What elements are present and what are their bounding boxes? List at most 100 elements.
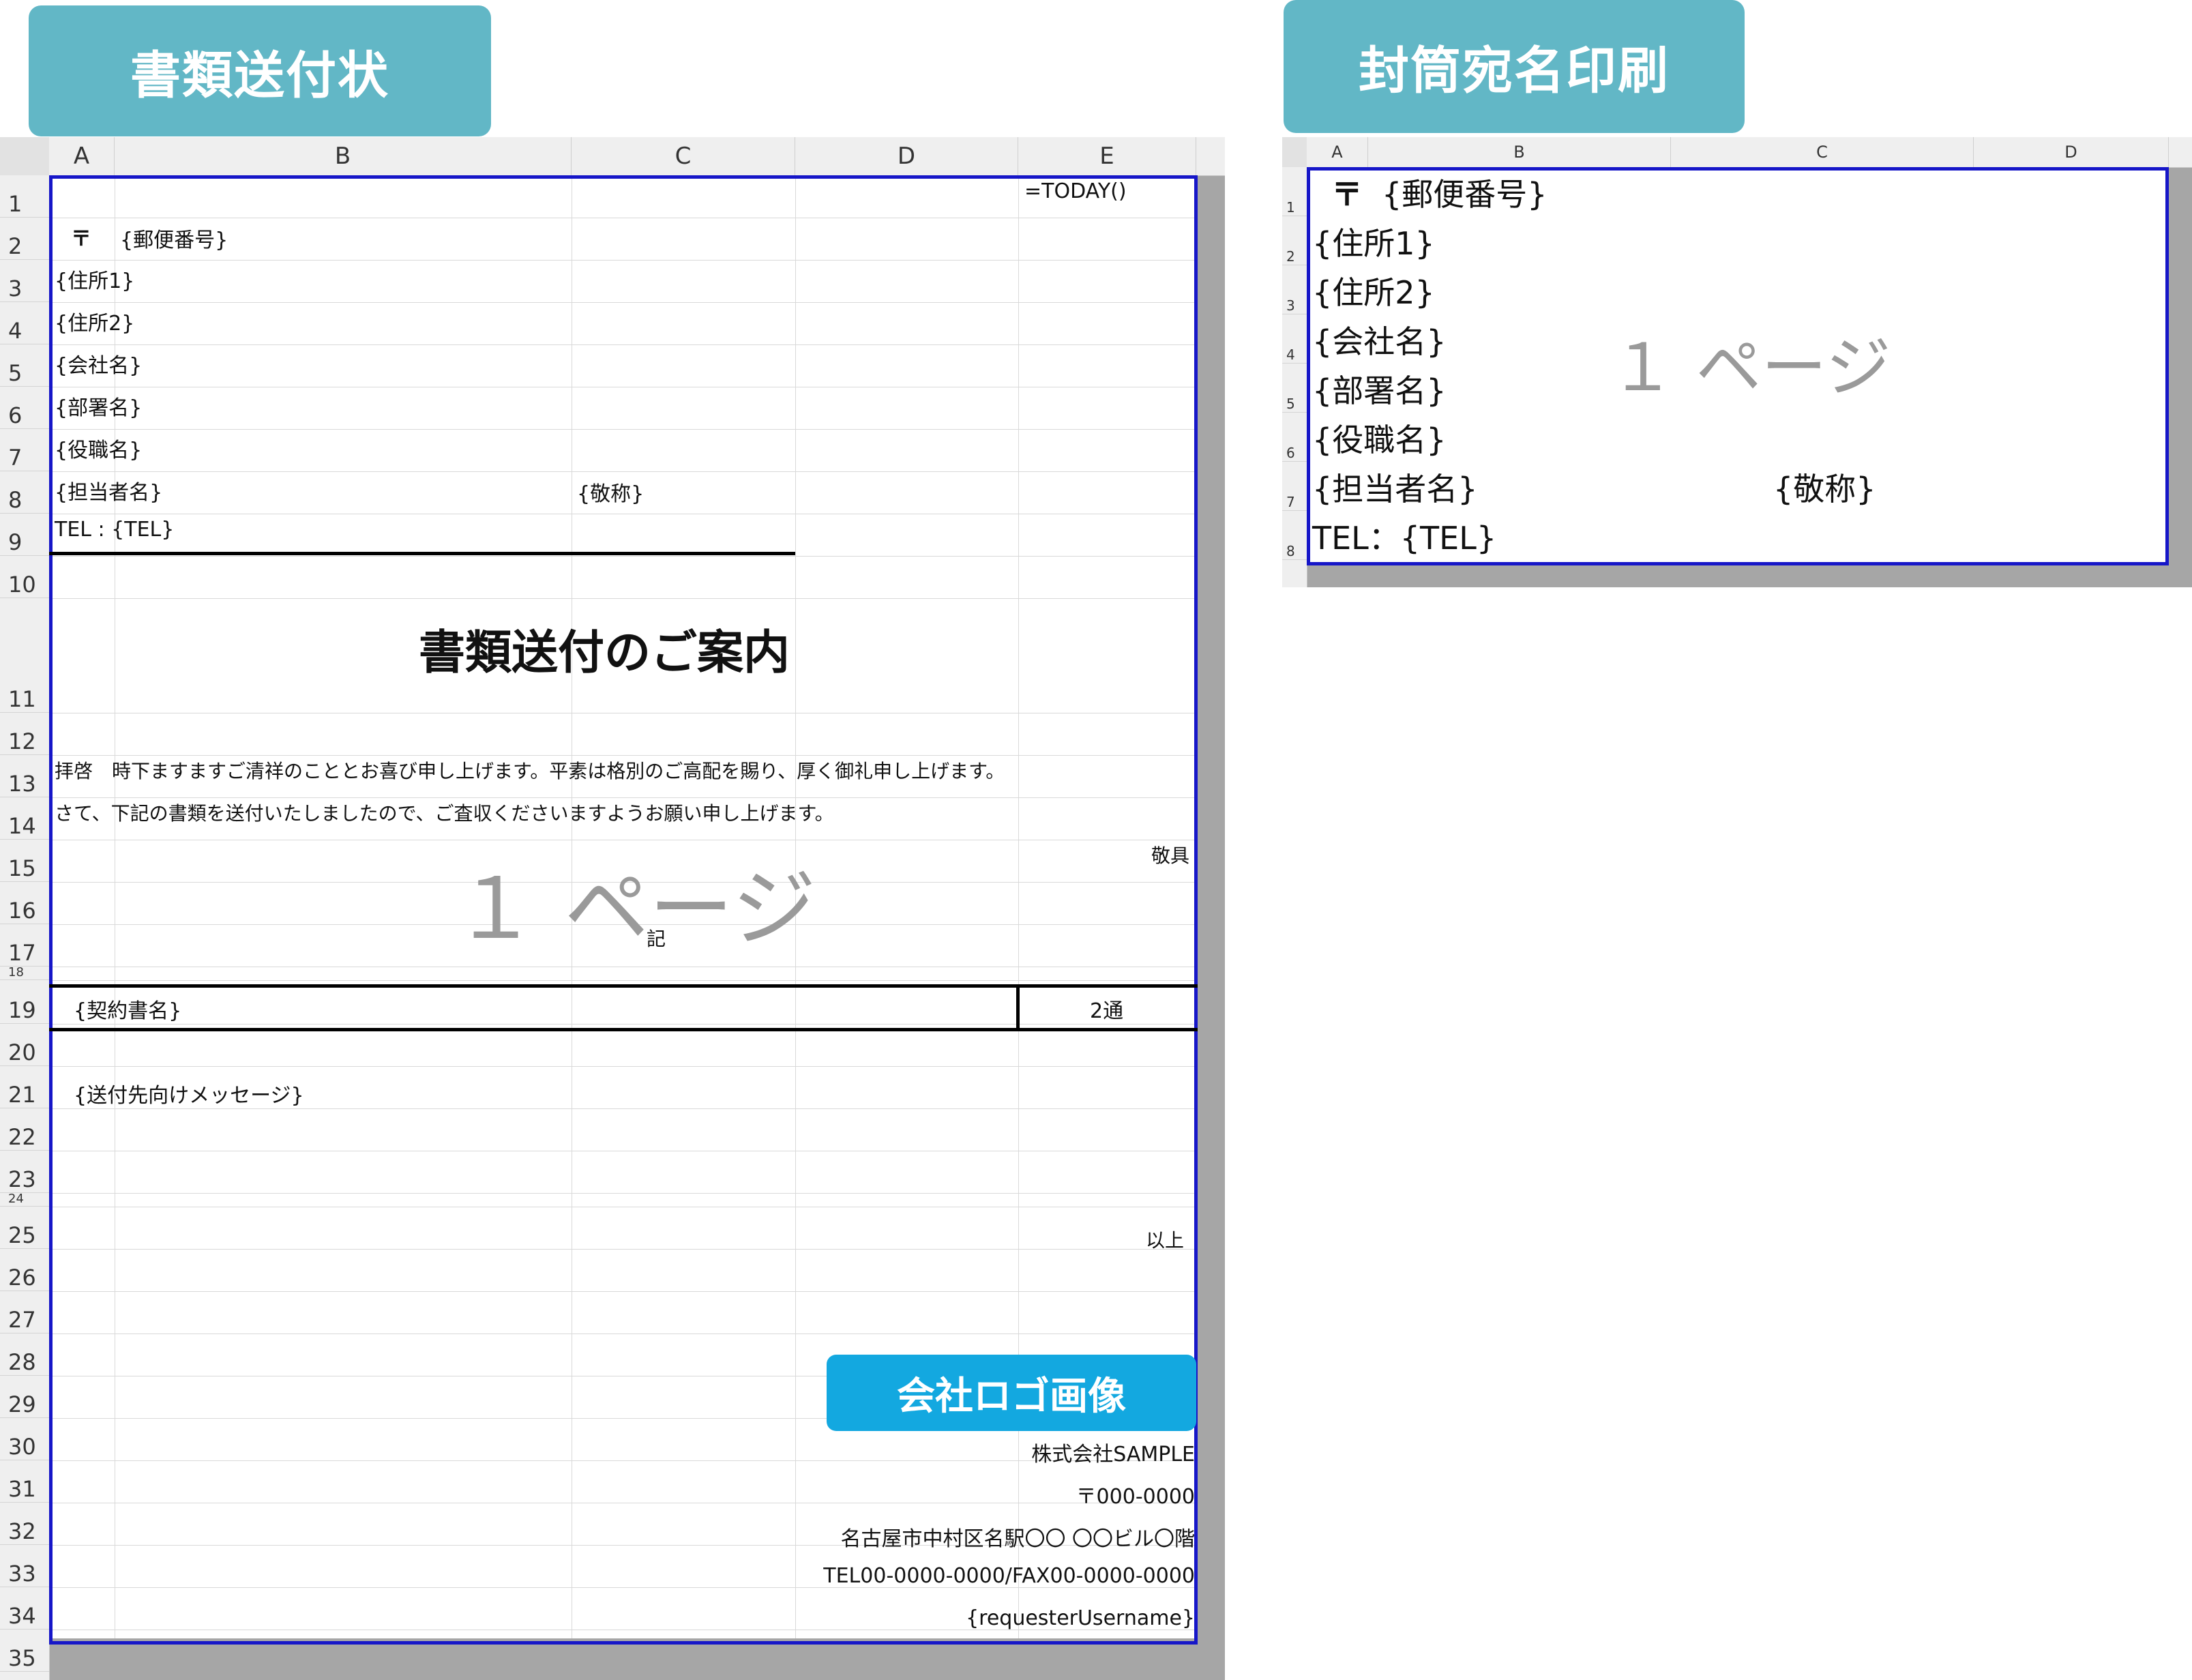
row-header[interactable]: 8 [0, 471, 49, 514]
contract-name-cell[interactable]: {契約書名} [74, 994, 181, 1024]
row-header[interactable]: 4 [0, 302, 49, 344]
row-header[interactable]: 31 [0, 1460, 49, 1503]
address1-cell[interactable]: {住所1} [55, 264, 134, 294]
closing-ijou[interactable]: 以上 [1146, 1226, 1184, 1253]
row-header-2[interactable]: 5 [1282, 364, 1307, 413]
column-header-e[interactable]: E [1018, 137, 1196, 175]
address-underline [49, 552, 795, 555]
envelope-position-cell[interactable]: {役職名} [1312, 415, 1447, 460]
row-header[interactable]: 29 [0, 1376, 49, 1418]
row-header-2[interactable]: 4 [1282, 314, 1307, 364]
contact-person-cell[interactable]: {担当者名} [55, 475, 162, 505]
row-header[interactable]: 22 [0, 1108, 49, 1151]
row-header[interactable]: 34 [0, 1587, 49, 1630]
row-header[interactable]: 13 [0, 755, 49, 797]
envelope-tel-cell[interactable]: TEL：{TEL} [1312, 514, 1496, 559]
column-header-bar-2: A B C D [1282, 137, 2192, 168]
envelope-honorific-cell[interactable]: {敬称} [1773, 465, 1876, 510]
row-header[interactable]: 1 [0, 175, 49, 218]
greeting-line-2[interactable]: さて、下記の書類を送付いたしましたので、ご査収くださいますようお願い申し上げます… [55, 799, 834, 826]
envelope-postal-cell[interactable]: {郵便番号} [1382, 170, 1547, 215]
row-header[interactable]: 20 [0, 1024, 49, 1066]
honorific-cell[interactable]: {敬称} [577, 477, 644, 507]
position-cell[interactable]: {役職名} [55, 433, 142, 463]
page-watermark: １ ページ [453, 860, 816, 958]
date-formula-cell[interactable]: =TODAY() [1024, 179, 1127, 203]
envelope-address2-cell[interactable]: {住所2} [1312, 268, 1435, 313]
row-header[interactable]: 35 [0, 1630, 49, 1672]
tab-envelope-print[interactable]: 封筒宛名印刷 [1284, 0, 1745, 133]
row-header[interactable]: 25 [0, 1207, 49, 1249]
row-header[interactable]: 28 [0, 1333, 49, 1376]
row-header[interactable]: 11 [0, 598, 49, 713]
column-header-a-2[interactable]: A [1307, 137, 1368, 167]
row-header[interactable]: 16 [0, 882, 49, 924]
column-header-b-2[interactable]: B [1368, 137, 1671, 167]
row-header[interactable]: 30 [0, 1418, 49, 1460]
envelope-person-cell[interactable]: {担当者名} [1312, 465, 1478, 510]
tel-cell[interactable]: TEL : {TEL} [55, 518, 174, 542]
select-all-corner[interactable] [0, 137, 49, 175]
envelope-page-watermark: １ ページ [1610, 329, 1891, 406]
column-header-c[interactable]: C [572, 137, 795, 175]
row-header[interactable]: 17 [0, 924, 49, 967]
contract-row-bottom-border [49, 1028, 1198, 1031]
row-header[interactable]: 3 [0, 260, 49, 302]
row-header-2[interactable]: 8 [1282, 511, 1307, 560]
row-header-2[interactable]: 7 [1282, 462, 1307, 511]
row-header[interactable]: 23 [0, 1151, 49, 1193]
row-header[interactable]: 19 [0, 980, 49, 1024]
sender-postal-cell[interactable]: 〒000-0000 [1076, 1479, 1195, 1509]
row-header[interactable]: 15 [0, 840, 49, 882]
envelope-department-cell[interactable]: {部署名} [1312, 366, 1447, 411]
column-header-c-2[interactable]: C [1671, 137, 1974, 167]
closing-keigu[interactable]: 敬具 [1151, 841, 1189, 868]
company-logo-image[interactable]: 会社ロゴ画像 [827, 1355, 1196, 1431]
column-header-bar: A B C D E [0, 137, 1225, 176]
copies-cell[interactable]: 2通 [1090, 994, 1123, 1024]
address2-cell[interactable]: {住所2} [55, 306, 134, 336]
document-title[interactable]: 書類送付のご案内 [419, 615, 790, 682]
row-header[interactable]: 21 [0, 1066, 49, 1108]
envelope-address1-cell[interactable]: {住所1} [1312, 219, 1435, 264]
column-header-b[interactable]: B [115, 137, 572, 175]
row-header[interactable]: 10 [0, 556, 49, 598]
column-header-a[interactable]: A [49, 137, 115, 175]
row-header[interactable]: 12 [0, 713, 49, 755]
sender-company-cell[interactable]: 株式会社SAMPLE [1031, 1437, 1195, 1467]
row-header[interactable]: 27 [0, 1291, 49, 1333]
sender-tel-fax-cell[interactable]: TEL00-0000-0000/FAX00-0000-0000 [823, 1564, 1195, 1588]
row-header[interactable]: 5 [0, 344, 49, 387]
envelope-company-cell[interactable]: {会社名} [1312, 317, 1447, 362]
greeting-line-1[interactable]: 拝啓 時下ますますご清祥のこととお喜び申し上げます。平素は格別のご高配を賜り、厚… [55, 756, 1005, 784]
requester-username-cell[interactable]: {requesterUsername} [966, 1606, 1195, 1630]
row-header-2[interactable]: 2 [1282, 216, 1307, 265]
column-header-d-2[interactable]: D [1974, 137, 2169, 167]
cover-letter-sheet: A B C D E 1 2 3 4 5 6 7 8 9 10 11 12 13 14 15 16 17 18 19 2… [0, 137, 1225, 1680]
postal-code-cell[interactable]: {郵便番号} [120, 223, 228, 253]
row-header[interactable]: 2 [0, 218, 49, 260]
row-header-2[interactable]: 1 [1282, 167, 1307, 216]
row-header[interactable]: 24 [0, 1193, 49, 1207]
select-all-corner-2[interactable] [1282, 137, 1307, 167]
row-header[interactable]: 6 [0, 387, 49, 429]
envelope-sheet: A B C D 12345678 〒 {郵便番号} {住所1} {住所2} {会… [1282, 137, 2192, 587]
contract-row-divider [1016, 984, 1020, 1031]
row-header-2[interactable]: 6 [1282, 413, 1307, 462]
row-header[interactable]: 14 [0, 797, 49, 840]
tab-cover-letter[interactable]: 書類送付状 [29, 5, 491, 136]
row-header[interactable]: 7 [0, 429, 49, 471]
row-header[interactable]: 33 [0, 1545, 49, 1587]
envelope-postal-mark: 〒 [1331, 176, 1363, 213]
ki-heading[interactable]: 記 [647, 924, 666, 952]
department-cell[interactable]: {部署名} [55, 391, 142, 421]
row-header[interactable]: 9 [0, 514, 49, 556]
row-header-2[interactable]: 3 [1282, 265, 1307, 314]
row-header[interactable]: 26 [0, 1249, 49, 1291]
company-name-cell[interactable]: {会社名} [55, 349, 142, 379]
sender-address-cell[interactable]: 名古屋市中村区名駅〇〇 〇〇ビル〇階 [840, 1522, 1195, 1552]
message-cell[interactable]: {送付先向けメッセージ} [74, 1078, 304, 1108]
row-header[interactable]: 32 [0, 1503, 49, 1545]
column-header-d[interactable]: D [795, 137, 1018, 175]
row-header[interactable]: 18 [0, 967, 49, 980]
